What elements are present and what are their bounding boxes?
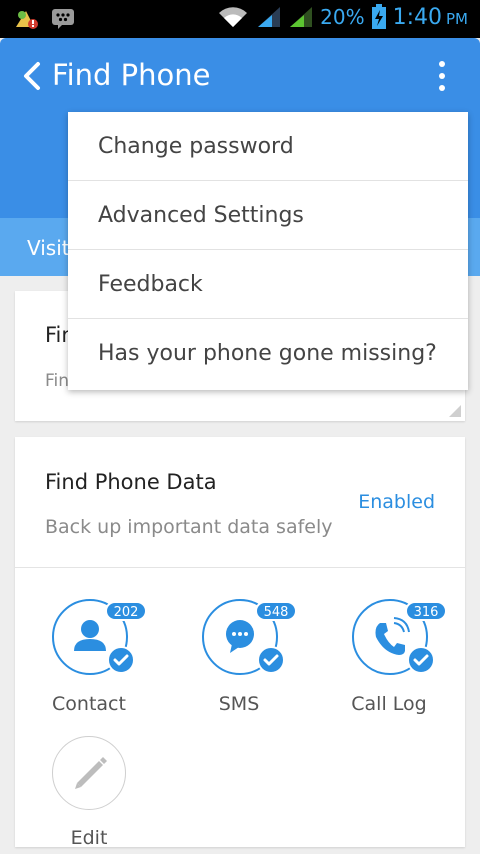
feature-sms[interactable]: 548 SMS [179, 587, 299, 727]
corner-triangle-icon [449, 405, 461, 417]
contact-count-badge: 202 [105, 601, 147, 621]
edit-button[interactable] [52, 736, 126, 810]
tab-visit[interactable]: Visit [27, 236, 70, 260]
check-icon [107, 646, 135, 674]
check-icon [407, 646, 435, 674]
signal-icon-2 [290, 7, 313, 27]
check-icon [257, 646, 285, 674]
feature-call-log[interactable]: 316 Call Log [329, 587, 449, 727]
notification-app-icon [16, 11, 38, 29]
page-title: Find Phone [52, 58, 211, 92]
card-title: Find Phone Data [45, 470, 217, 494]
blackberry-icon [52, 9, 74, 29]
more-vert-icon[interactable] [432, 60, 452, 92]
clock: 1:40 PM [392, 4, 468, 30]
sms-count-badge: 548 [255, 601, 297, 621]
feature-label: Contact [52, 693, 126, 715]
feature-label: Call Log [351, 693, 427, 715]
overflow-menu: Change password Advanced Settings Feedba… [68, 112, 468, 390]
menu-item-feedback[interactable]: Feedback [68, 250, 468, 319]
battery-percent: 20% [320, 5, 365, 29]
signal-icon-1 [258, 7, 281, 27]
pencil-icon [75, 757, 107, 789]
card-subtitle: Back up important data safely [45, 516, 333, 538]
find-phone-data-card: Find Phone Data Back up important data s… [15, 437, 465, 847]
battery-charging-icon [371, 4, 386, 29]
edit-label: Edit [70, 827, 108, 847]
call-log-count-badge: 316 [405, 601, 447, 621]
menu-item-change-password[interactable]: Change password [68, 112, 468, 181]
enabled-status-link[interactable]: Enabled [358, 491, 435, 513]
back-arrow-icon[interactable] [20, 61, 46, 91]
card-subtitle: Fin [45, 371, 70, 391]
feature-contact[interactable]: 202 Contact [29, 587, 149, 727]
wifi-icon [219, 7, 248, 27]
status-bar: 20% 1:40 PM [0, 0, 480, 38]
feature-label: SMS [218, 693, 260, 715]
divider [15, 567, 465, 568]
menu-item-advanced-settings[interactable]: Advanced Settings [68, 181, 468, 250]
menu-item-phone-missing[interactable]: Has your phone gone missing? [68, 319, 468, 388]
